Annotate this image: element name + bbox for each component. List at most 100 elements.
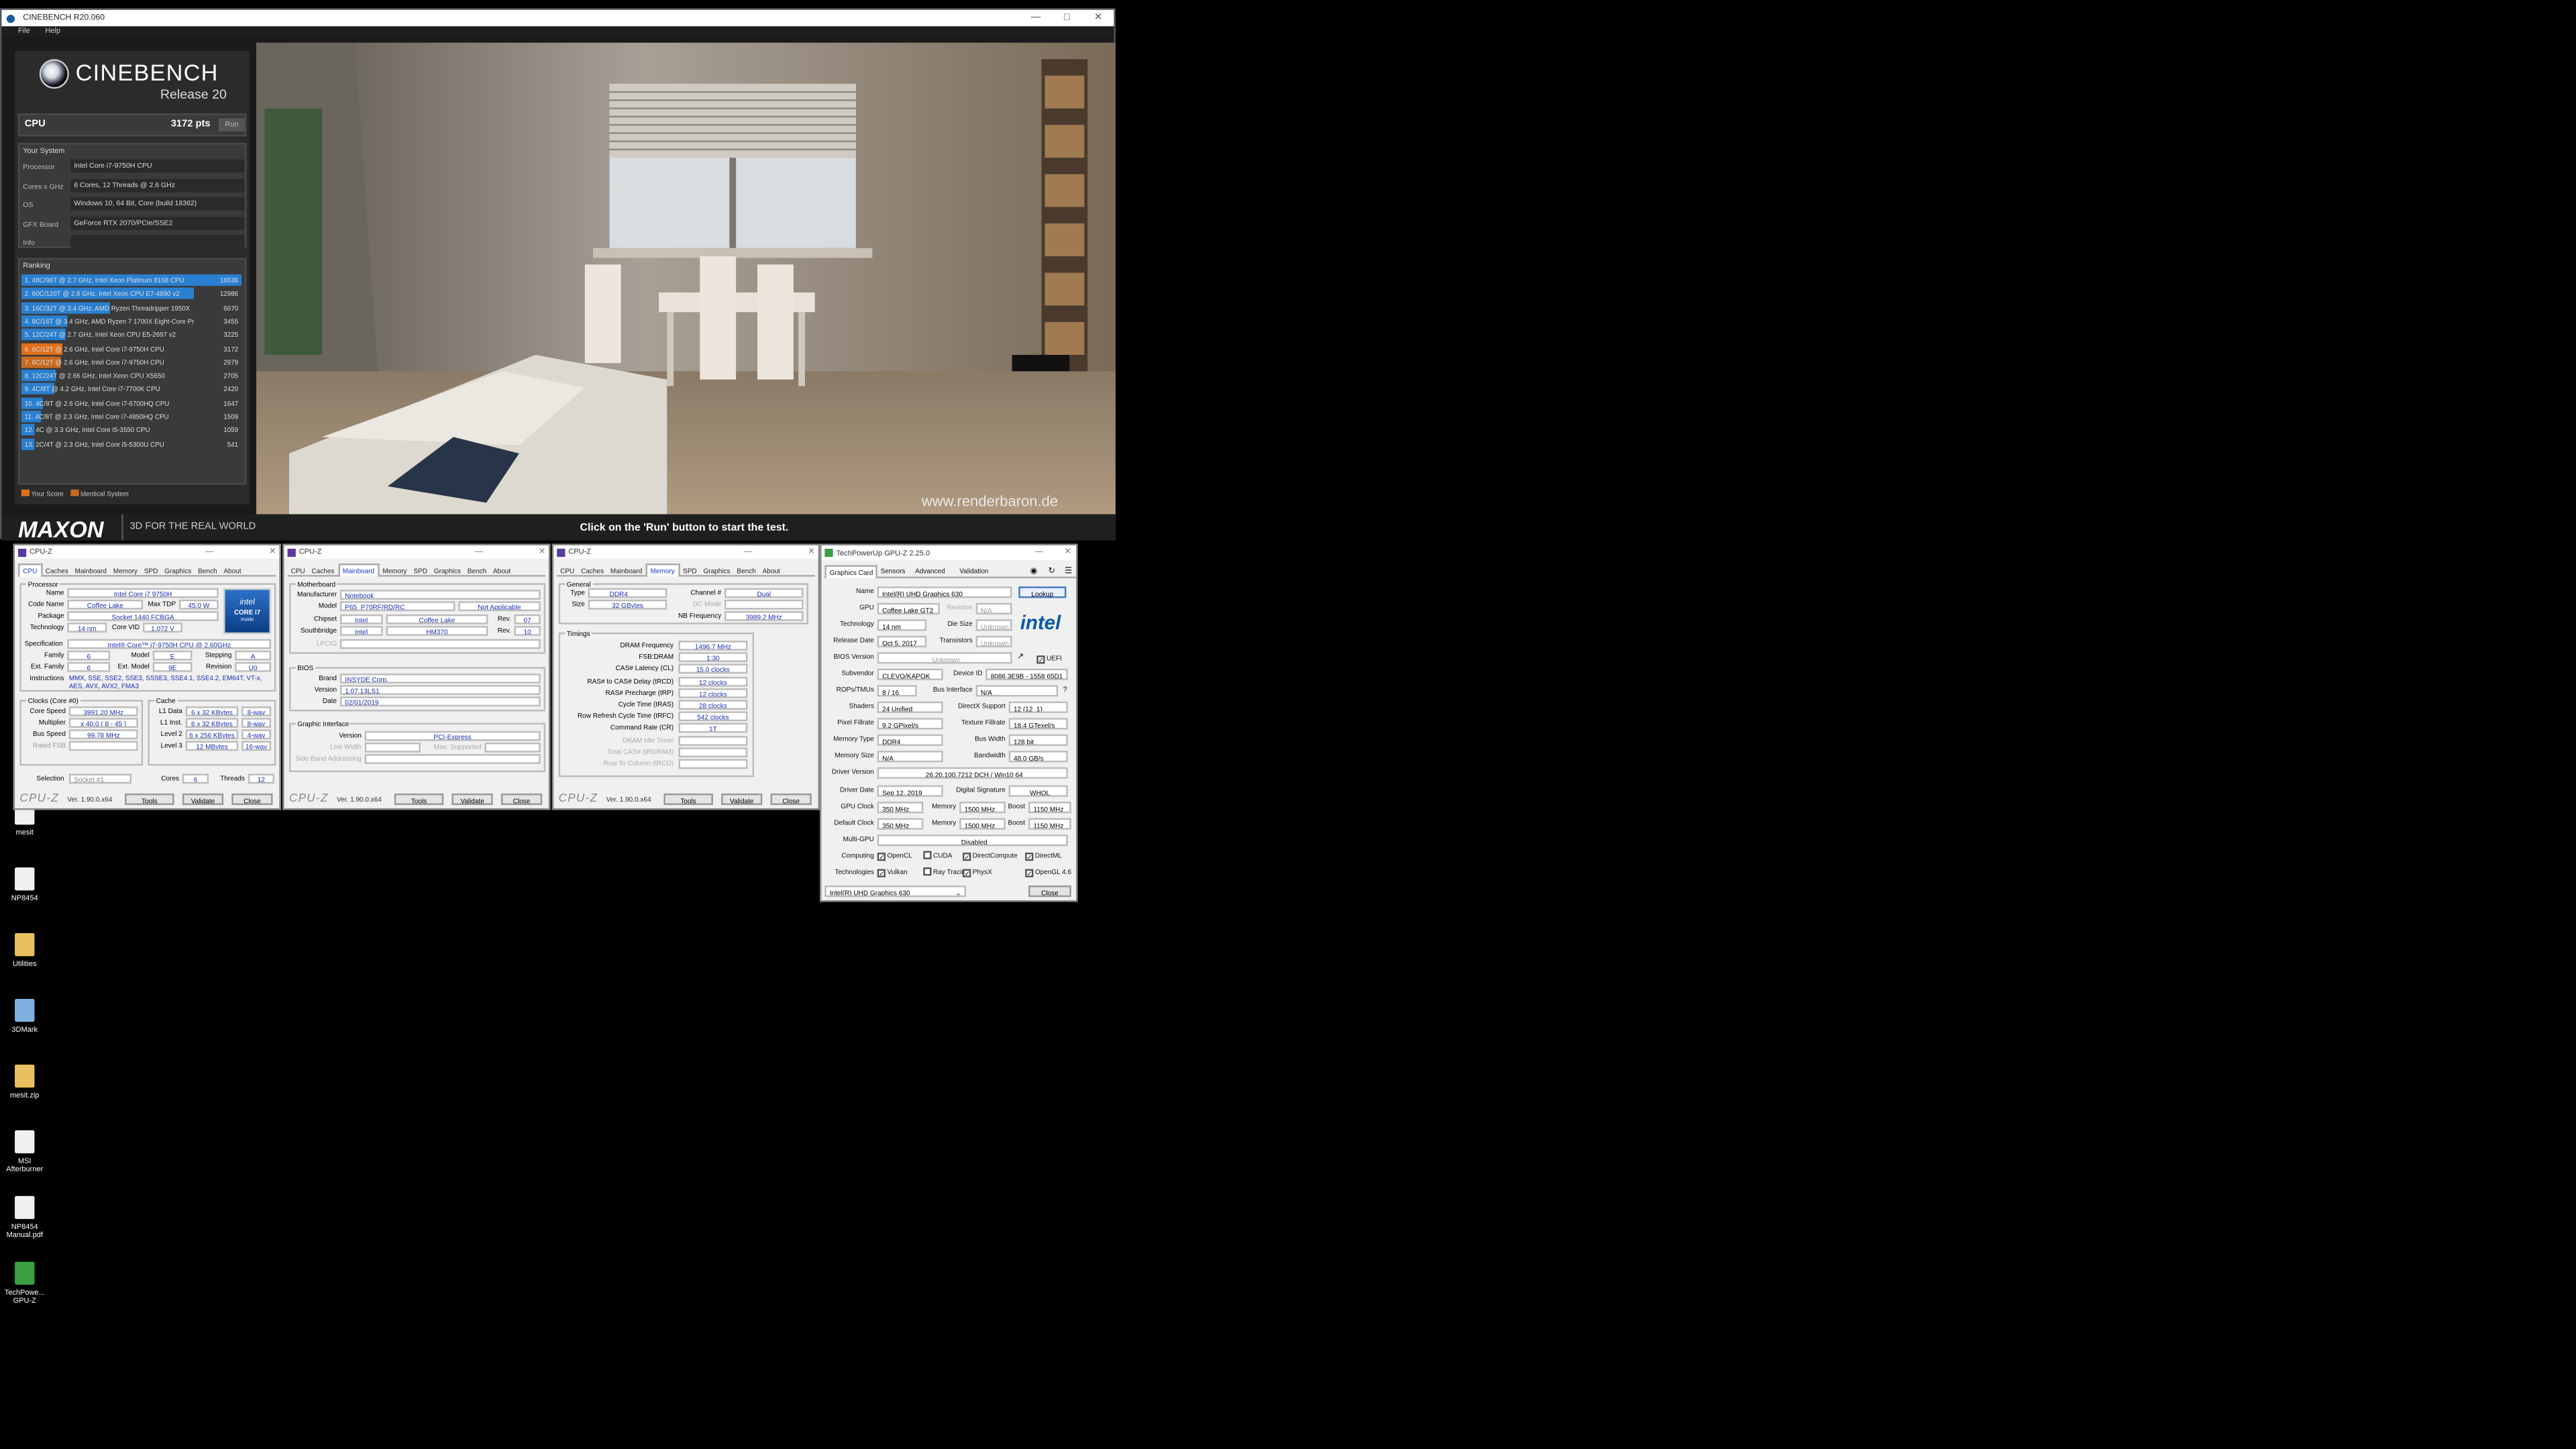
- tab-memory[interactable]: Memory: [110, 565, 141, 578]
- system-row: OS Windows 10, 64 Bit, Core (build 18362): [19, 197, 245, 212]
- close-icon[interactable]: ✕: [1083, 10, 1114, 26]
- timing-label: FSB:DRAM: [639, 652, 674, 661]
- l1inst-label: L1 Inst.: [160, 718, 182, 727]
- run-button[interactable]: Run: [218, 118, 245, 131]
- ranking-row[interactable]: 12. 4C @ 3.3 GHz, Intel Core i5-3550 CPU…: [21, 424, 241, 436]
- tab-spd[interactable]: SPD: [410, 565, 430, 578]
- menu-icon[interactable]: ☰: [1065, 567, 1072, 577]
- minimize-icon[interactable]: —: [205, 545, 213, 559]
- gpu-select-dropdown[interactable]: Intel(R) UHD Graphics 630 ⌄: [824, 885, 967, 898]
- tab-graphics[interactable]: Graphics: [161, 565, 195, 578]
- tab-spd[interactable]: SPD: [680, 565, 700, 578]
- refresh-icon[interactable]: ↻: [1048, 567, 1055, 577]
- tab-cpu[interactable]: CPU: [557, 565, 578, 578]
- checkbox-physx[interactable]: ✓ PhysX: [963, 867, 992, 877]
- ranking-row[interactable]: 10. 4C/8T @ 2.6 GHz, Intel Core i7-6700H…: [21, 396, 241, 409]
- gpuz-shaders-label: Shaders: [849, 701, 874, 710]
- ranking-row[interactable]: 13. 2C/4T @ 2.3 GHz, Intel Core i5-5300U…: [21, 437, 241, 450]
- ranking-row[interactable]: 2. 60C/120T @ 2.8 GHz, Intel Xeon CPU E7…: [21, 288, 241, 300]
- minimize-icon[interactable]: —: [1035, 545, 1043, 560]
- tab-caches[interactable]: Caches: [578, 565, 607, 578]
- ranking-row[interactable]: 7. 6C/12T @ 2.6 GHz, Intel Core i7-9750H…: [21, 356, 241, 368]
- validate-button[interactable]: Validate: [721, 793, 763, 806]
- checkbox-directcompute[interactable]: ✓ DirectCompute: [963, 851, 1018, 861]
- chipset-rev-label: Rev.: [497, 614, 511, 623]
- ranking-row[interactable]: 11. 4C/8T @ 2.3 GHz, Intel Core i7-4850H…: [21, 411, 241, 423]
- tools-button[interactable]: Tools: [394, 793, 444, 806]
- cpuz-titlebar[interactable]: CPU-Z ✕ —: [553, 545, 818, 559]
- ranking-row[interactable]: 8. 12C/24T @ 2.66 GHz, Intel Xeon CPU X5…: [21, 370, 241, 382]
- validate-button[interactable]: Validate: [182, 793, 224, 806]
- ranking-row[interactable]: 5. 12C/24T @ 2.7 GHz, Intel Xeon CPU E5-…: [21, 329, 241, 341]
- desktop-icon[interactable]: NP8454 Manual.pdf: [3, 1195, 46, 1239]
- share-icon[interactable]: ↗: [1017, 652, 1024, 662]
- ranking-row[interactable]: 3. 16C/32T @ 3.4 GHz, AMD Ryzen Threadri…: [21, 301, 241, 313]
- minimize-icon[interactable]: —: [475, 545, 483, 559]
- menu-help[interactable]: Help: [45, 26, 60, 34]
- tab-memory[interactable]: Memory: [379, 565, 410, 578]
- tab-bench[interactable]: Bench: [464, 565, 490, 578]
- tab-validation[interactable]: Validation: [959, 565, 988, 578]
- tab-mainboard[interactable]: Mainboard: [607, 565, 645, 578]
- tab-graphics[interactable]: Graphics: [431, 565, 464, 578]
- validate-button[interactable]: Validate: [451, 793, 493, 806]
- desktop-icon[interactable]: TechPowe... GPU-Z: [3, 1261, 46, 1305]
- tab-mainboard[interactable]: Mainboard: [337, 564, 380, 577]
- ranking-row[interactable]: 9. 4C/8T @ 4.2 GHz, Intel Core i7-7700K …: [21, 383, 241, 395]
- camera-icon[interactable]: ◉: [1030, 567, 1038, 577]
- desktop-icon[interactable]: MSI Afterburner: [3, 1130, 46, 1173]
- minimize-icon[interactable]: —: [744, 545, 752, 559]
- tools-button[interactable]: Tools: [663, 793, 713, 806]
- desktop-icon[interactable]: Utilities: [3, 933, 46, 967]
- tab-caches[interactable]: Caches: [42, 565, 72, 578]
- tab-about[interactable]: About: [220, 565, 244, 578]
- close-button[interactable]: Close: [770, 793, 812, 806]
- cpuz-titlebar[interactable]: CPU-Z ✕ —: [15, 545, 280, 559]
- tab-mainboard[interactable]: Mainboard: [72, 565, 110, 578]
- cpuz-titlebar[interactable]: CPU-Z ✕ —: [284, 545, 549, 559]
- desktop-icon[interactable]: 3DMark: [3, 998, 46, 1033]
- checkbox-opencl[interactable]: ✓ OpenCL: [877, 851, 912, 861]
- gpuz-titlebar[interactable]: TechPowerUp GPU-Z 2.25.0 ✕ —: [821, 545, 1077, 561]
- tab-memory[interactable]: Memory: [645, 564, 680, 577]
- desktop-icon[interactable]: mesit.zip: [3, 1064, 46, 1099]
- tab-bench[interactable]: Bench: [733, 565, 759, 578]
- checkbox-cuda[interactable]: CUDA: [923, 851, 952, 861]
- ranking-row[interactable]: 4. 8C/16T @ 3.4 GHz, AMD Ryzen 7 1700X E…: [21, 315, 241, 327]
- tab-advanced[interactable]: Advanced: [915, 565, 945, 578]
- uefi-checkbox[interactable]: ✓ UEFI: [1036, 654, 1062, 664]
- lookup-button[interactable]: Lookup: [1018, 586, 1067, 598]
- close-icon[interactable]: ✕: [1064, 545, 1071, 560]
- maximize-icon[interactable]: □: [1051, 10, 1083, 26]
- tab-graphics[interactable]: Graphics: [700, 565, 734, 578]
- close-button[interactable]: Close: [500, 793, 543, 806]
- ranking-label: 10. 4C/8T @ 2.6 GHz, Intel Core i7-6700H…: [24, 398, 170, 407]
- selection-dropdown[interactable]: Socket #1: [68, 773, 131, 784]
- ranking-row[interactable]: 1. 48C/96T @ 2.7 GHz, Intel Xeon Platinu…: [21, 274, 242, 286]
- tab-graphics-card[interactable]: Graphics Card: [824, 565, 878, 579]
- checkbox-vulkan[interactable]: ✓ Vulkan: [877, 867, 908, 877]
- close-button[interactable]: Close: [231, 793, 273, 806]
- close-icon[interactable]: ✕: [269, 545, 276, 559]
- desktop-icon[interactable]: NP8454: [3, 867, 46, 902]
- checkbox-directml[interactable]: ✓ DirectML: [1025, 851, 1062, 861]
- close-icon[interactable]: ✕: [808, 545, 814, 559]
- cinebench-titlebar[interactable]: CINEBENCH R20.060 — □ ✕: [1, 9, 1114, 27]
- ranking-row[interactable]: 6. 6C/12T @ 2.6 GHz, Intel Core i7-9750H…: [21, 342, 241, 354]
- menu-file[interactable]: File: [18, 26, 30, 34]
- minimize-icon[interactable]: —: [1020, 10, 1052, 26]
- help-icon[interactable]: ?: [1063, 685, 1067, 693]
- checkbox-opengl-4-6[interactable]: ✓ OpenGL 4.6: [1025, 867, 1071, 877]
- tab-caches[interactable]: Caches: [309, 565, 338, 578]
- desktop-icon-label: Utilities: [12, 959, 37, 968]
- tab-sensors[interactable]: Sensors: [881, 565, 906, 578]
- tab-bench[interactable]: Bench: [195, 565, 220, 578]
- close-icon[interactable]: ✕: [539, 545, 545, 559]
- gpuz-close-button[interactable]: Close: [1028, 885, 1071, 898]
- tab-cpu[interactable]: CPU: [17, 564, 42, 577]
- tools-button[interactable]: Tools: [125, 793, 174, 806]
- tab-cpu[interactable]: CPU: [288, 565, 309, 578]
- tab-about[interactable]: About: [490, 565, 514, 578]
- tab-spd[interactable]: SPD: [141, 565, 161, 578]
- tab-about[interactable]: About: [759, 565, 784, 578]
